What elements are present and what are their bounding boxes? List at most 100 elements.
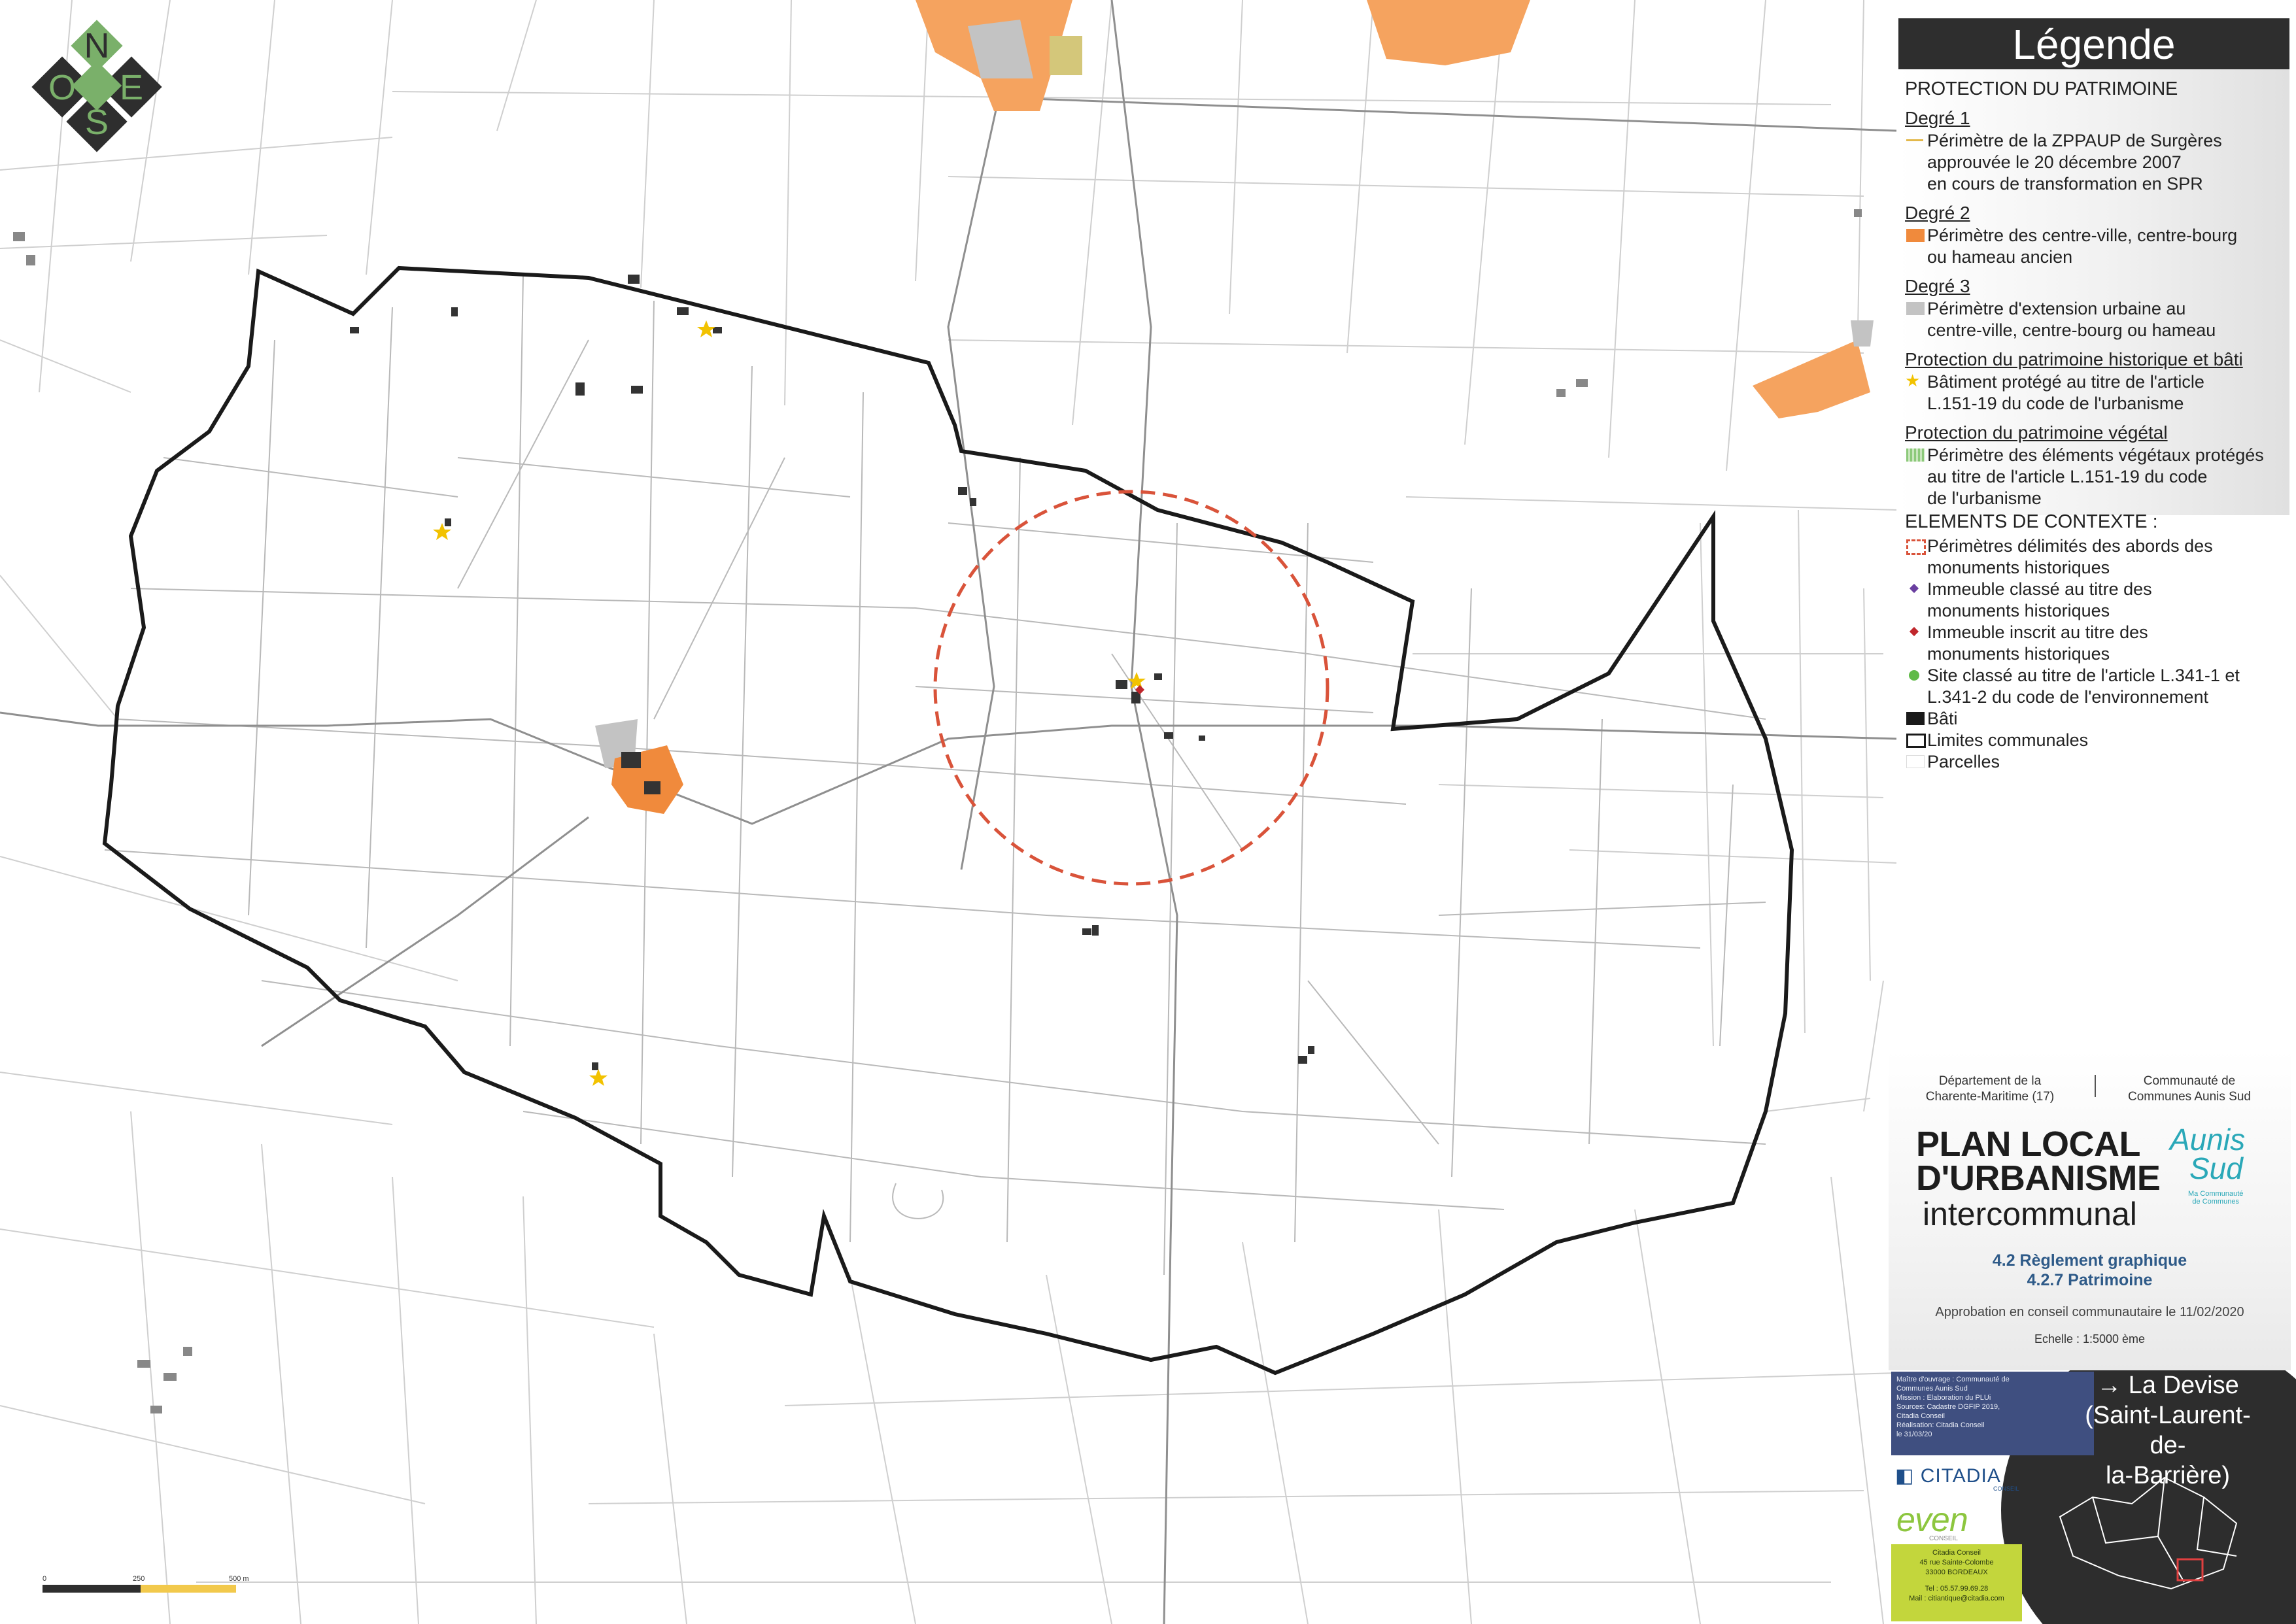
outline-box-icon bbox=[1905, 730, 1927, 749]
scale-500: 500 m bbox=[229, 1575, 249, 1583]
legend-item-zppaup: Périmètre de la ZPPAUP de Surgères approu… bbox=[1905, 130, 2289, 195]
contact-line: Citadia Conseil bbox=[1932, 1549, 1981, 1557]
plu-line: D'URBANISME bbox=[1916, 1159, 2161, 1198]
legend-text: Périmètre d'extension urbaine au bbox=[1927, 299, 2186, 318]
legend-item-site: Site classé au titre de l'article L.341-… bbox=[1905, 665, 2291, 708]
dept-label: Département de la Charente-Maritime (17) bbox=[1908, 1074, 2072, 1105]
orange-fill-icon bbox=[1905, 225, 1927, 245]
legend-text: monuments historiques bbox=[1927, 601, 2110, 620]
place-line: (Saint-Laurent-de- bbox=[2085, 1402, 2251, 1459]
green-dot-icon bbox=[1905, 665, 1927, 685]
dept-line: Charente-Maritime (17) bbox=[1925, 1090, 2055, 1104]
credit-line: le 31/03/20 bbox=[1896, 1430, 1932, 1438]
credit-line: Maître d'ouvrage : Communauté de bbox=[1896, 1376, 2010, 1383]
legend-degre2: Degré 2 bbox=[1905, 203, 1970, 223]
green-hatch-icon bbox=[1905, 445, 1927, 464]
compass-e: E bbox=[120, 68, 143, 107]
credit-line: Mission : Elaboration du PLUi bbox=[1896, 1394, 1991, 1402]
legend-context: ELEMENTS DE CONTEXTE : Périmètres délimi… bbox=[1905, 511, 2291, 773]
legend-text: ou hameau ancien bbox=[1927, 247, 2073, 267]
citadia-icon: ◧ bbox=[1895, 1465, 1915, 1487]
legend-text: Périmètres délimités des abords des bbox=[1927, 536, 2213, 556]
credits-box: Maître d'ouvrage : Communauté de Commune… bbox=[1891, 1372, 2094, 1455]
logo-sub-line: Ma Communauté bbox=[2188, 1190, 2244, 1198]
parcel-box-icon bbox=[1905, 751, 1927, 771]
legend-text: Bâtiment protégé au titre de l'article bbox=[1927, 372, 2204, 392]
credit-line: Communes Aunis Sud bbox=[1896, 1385, 1968, 1393]
legend-text: centre-ville, centre-bourg ou hameau bbox=[1927, 320, 2216, 340]
contact-box: Citadia Conseil 45 rue Sainte-Colombe 33… bbox=[1891, 1544, 2022, 1621]
dashed-red-square-icon bbox=[1905, 535, 1927, 555]
legend-item-batiment: ★ Bâtiment protégé au titre de l'article… bbox=[1905, 371, 2289, 414]
legend-item-parcelles: Parcelles bbox=[1905, 751, 2291, 773]
dept-line: Département de la bbox=[1938, 1074, 2042, 1088]
even-sub: CONSEIL bbox=[1929, 1535, 1958, 1542]
legend-item-centre: Périmètre des centre-ville, centre-bourg… bbox=[1905, 225, 2289, 268]
place-name: → La Devise (Saint-Laurent-de- la-Barriè… bbox=[2073, 1370, 2263, 1491]
title-block: Département de la Charente-Maritime (17) … bbox=[1889, 1050, 2291, 1370]
legend-item-bati: Bâti bbox=[1905, 708, 2291, 730]
compass-n: N bbox=[84, 26, 110, 65]
place-line: → La Devise bbox=[2097, 1372, 2239, 1399]
logo-line: Aunis bbox=[2170, 1123, 2246, 1157]
star-icon: ★ bbox=[1905, 371, 1921, 390]
plu-title: PLAN LOCAL D'URBANISME bbox=[1916, 1125, 2161, 1198]
contact-line: Mail : citiantique@citadia.com bbox=[1909, 1595, 2004, 1602]
aunis-sud-logo: Aunis Sud bbox=[2170, 1125, 2245, 1183]
legend-text: Immeuble inscrit au titre des bbox=[1927, 622, 2148, 642]
grey-fill-icon bbox=[1905, 298, 1927, 318]
plu-subtitle: intercommunal bbox=[1923, 1196, 2137, 1232]
credit-line: Réalisation: Citadia Conseil bbox=[1896, 1421, 1985, 1429]
contact-line: Tel : 05.57.99.69.28 bbox=[1925, 1585, 1989, 1593]
contact-line: 33000 BORDEAUX bbox=[1925, 1568, 1988, 1576]
place-line: la-Barrière) bbox=[2105, 1462, 2231, 1489]
approbation-text: Approbation en conseil communautaire le … bbox=[1935, 1305, 2244, 1319]
legend-text: Périmètre des éléments végétaux protégés bbox=[1927, 445, 2264, 465]
vegetal-area bbox=[1050, 36, 1082, 75]
cc-line: Communes Aunis Sud bbox=[2128, 1090, 2251, 1104]
legend-degre1: Degré 1 bbox=[1905, 108, 1970, 128]
legend-vegetal: Protection du patrimoine végétal bbox=[1905, 422, 2168, 443]
echelle-text: Echelle : 1:5000 ème bbox=[2034, 1332, 2146, 1345]
legend-text: Périmètre des centre-ville, centre-bourg bbox=[1927, 226, 2238, 245]
logo-sub-line: de Communes bbox=[2192, 1198, 2239, 1206]
citadia-logo: ◧ CITADIA bbox=[1895, 1464, 2001, 1487]
legend-text: Limites communales bbox=[1927, 730, 2089, 750]
legend-text: Site classé au titre de l'article L.341-… bbox=[1927, 666, 2240, 685]
scale-0: 0 bbox=[43, 1575, 46, 1583]
compass-s: S bbox=[85, 103, 109, 142]
legend-text: de l'urbanisme bbox=[1927, 488, 2042, 508]
legend-degre3: Degré 3 bbox=[1905, 276, 1970, 296]
legend-item-abords: Périmètres délimités des abords des monum… bbox=[1905, 535, 2291, 579]
legend-section-contexte: ELEMENTS DE CONTEXTE : bbox=[1905, 511, 2158, 532]
legend-text: L.151-19 du code de l'urbanisme bbox=[1927, 394, 2184, 413]
contact-line bbox=[1891, 1578, 2022, 1584]
divider bbox=[2095, 1075, 2096, 1097]
citadia-sub: CONSEIL bbox=[1993, 1485, 2019, 1492]
plu-line: PLAN LOCAL bbox=[1916, 1125, 2140, 1164]
legend-text: au titre de l'article L.151-19 du code bbox=[1927, 467, 2208, 486]
legend-item-inscrit: Immeuble inscrit au titre des monuments h… bbox=[1905, 622, 2291, 665]
legend-text: monuments historiques bbox=[1927, 558, 2110, 577]
aunis-sud-sub: Ma Communauté de Communes bbox=[2188, 1190, 2243, 1206]
cc-line: Communauté de bbox=[2143, 1074, 2236, 1088]
compass-o: O bbox=[48, 68, 76, 107]
purple-diamond-icon bbox=[1905, 579, 1927, 598]
legend-title: Légende bbox=[1898, 18, 2289, 69]
credit-line: Sources: Cadastre DGFIP 2019, bbox=[1896, 1403, 2000, 1411]
legend-item-limites: Limites communales bbox=[1905, 730, 2291, 751]
credit-line: Citadia Conseil bbox=[1896, 1412, 1945, 1420]
legend-text: en cours de transformation en SPR bbox=[1927, 174, 2203, 194]
cc-label: Communauté de Communes Aunis Sud bbox=[2108, 1074, 2271, 1105]
red-diamond-icon bbox=[1905, 622, 1927, 641]
zppaup-line-icon bbox=[1905, 130, 1927, 150]
patrimoine-title: 4.2.7 Patrimoine bbox=[2027, 1271, 2153, 1289]
reglement-title: 4.2 Règlement graphique bbox=[1992, 1251, 2187, 1270]
logo-line: Sud bbox=[2189, 1151, 2243, 1185]
scale-250: 250 bbox=[133, 1575, 145, 1583]
legend-panel: Légende PROTECTION DU PATRIMOINE Degré 1… bbox=[1898, 18, 2289, 515]
black-fill-icon bbox=[1905, 708, 1927, 728]
legend-text: approuvée le 20 décembre 2007 bbox=[1927, 152, 2182, 172]
legend-text: Parcelles bbox=[1927, 752, 2000, 771]
legend-historique: Protection du patrimoine historique et b… bbox=[1905, 349, 2243, 369]
